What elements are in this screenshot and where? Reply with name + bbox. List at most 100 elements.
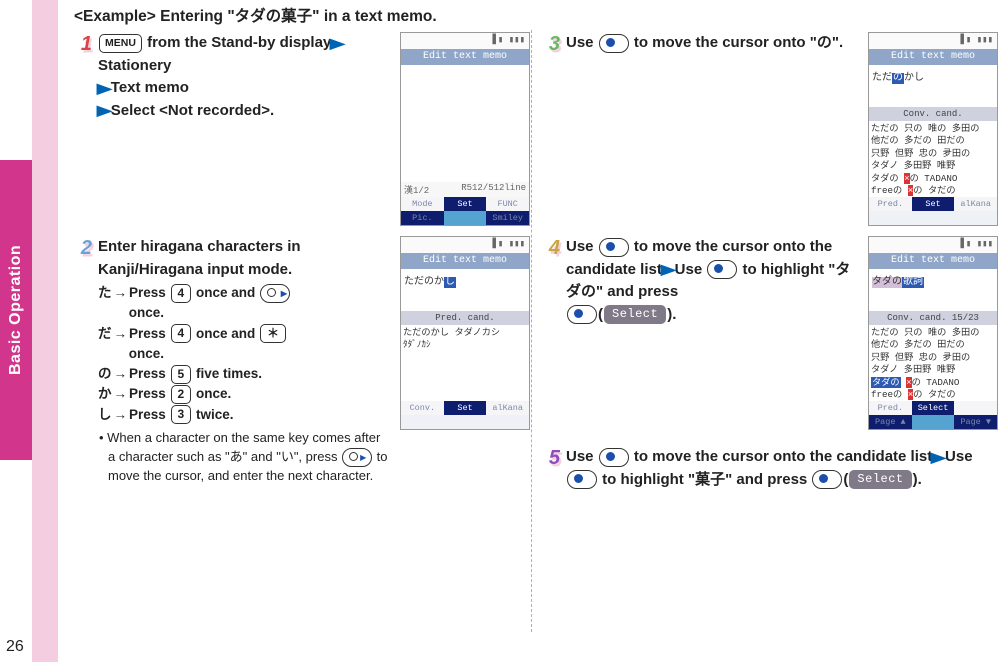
- t: once.: [125, 346, 164, 361]
- step-number: 4: [542, 236, 560, 430]
- section-tab: Basic Operation: [0, 160, 32, 460]
- arrow-icon: ▶: [661, 259, 676, 280]
- key-3: 3: [171, 405, 192, 424]
- char: た: [98, 285, 112, 300]
- cand-list: ただの 只の 唯の 多田の 他だの 多だの 田だの 只野 但野 忠の 夛田の タ…: [869, 325, 997, 401]
- step-text: Text memo: [111, 79, 189, 96]
- phone-mock-3: ▋▮ ▮▮▮ Edit text memo ただのかし Conv. cand. …: [868, 32, 998, 226]
- char-count: R512/512line: [461, 183, 526, 197]
- key-4: 4: [171, 284, 192, 303]
- t: ただ: [872, 73, 892, 84]
- softkey: Pic.: [401, 211, 444, 225]
- dpad-center-icon: [812, 470, 842, 489]
- t: 歌詞: [902, 277, 924, 288]
- softkey: Conv.: [401, 401, 444, 415]
- t: once.: [125, 305, 164, 320]
- char: し: [98, 407, 112, 422]
- softkey: Set: [444, 197, 487, 211]
- t: タダの: [872, 277, 902, 288]
- t: Use: [566, 34, 598, 51]
- select-pill: Select: [604, 305, 666, 324]
- phone-status-icons: ▋▮ ▮▮▮: [869, 237, 997, 253]
- step-text: Stationery: [98, 57, 171, 74]
- softkey: Page ▲: [869, 415, 912, 429]
- cand-header: Conv. cand. 15/23: [869, 311, 997, 325]
- softkey: [444, 211, 487, 225]
- step-text: Enter hiragana characters in Kanji/Hirag…: [98, 236, 390, 281]
- t: once.: [192, 386, 231, 401]
- cand-selected: タダの: [871, 377, 901, 388]
- step-1: 1 MENU from the Stand-by display▶Station…: [74, 32, 530, 226]
- phone-status-icons: ▋▮ ▮▮▮: [869, 33, 997, 49]
- softkey: Mode: [401, 197, 444, 211]
- page-main: <Example> Entering "タダの菓子" in a text mem…: [58, 0, 1004, 662]
- step-text: Select <Not recorded>.: [111, 102, 274, 119]
- arrow-icon: ▶: [330, 33, 345, 54]
- page-number: 26: [6, 638, 24, 656]
- dpad-icon: [599, 448, 629, 467]
- softkey: Set: [444, 401, 487, 415]
- t: Press: [129, 366, 170, 381]
- dpad-right-icon: [260, 284, 290, 303]
- softkey: [954, 401, 997, 415]
- t: ".: [832, 34, 843, 51]
- char: の: [817, 34, 832, 51]
- arrow-icon: ▶: [97, 100, 112, 121]
- text-cursor: し: [444, 277, 456, 288]
- char: か: [98, 386, 112, 401]
- cand-header: Pred. cand.: [401, 311, 529, 325]
- step-number: 2: [74, 236, 92, 486]
- phone-body: ただのかし: [401, 269, 529, 312]
- step-5: 5 Use to move the cursor onto the candid…: [542, 446, 998, 491]
- cand-text: の タだの: [913, 389, 955, 400]
- t: " and press: [725, 471, 811, 488]
- t: かし: [904, 73, 924, 84]
- char: だ: [98, 326, 112, 341]
- menu-key: MENU: [99, 34, 142, 53]
- key-star: ＊: [260, 324, 286, 343]
- phone-status-icons: ▋▮ ▮▮▮: [401, 237, 529, 253]
- softkey: Pred.: [869, 401, 912, 415]
- t: (: [843, 471, 848, 488]
- t: ).: [667, 306, 676, 323]
- text: ただのか: [404, 277, 444, 288]
- char: の: [98, 366, 112, 381]
- softkey: Pred.: [869, 197, 912, 211]
- t: five times.: [192, 366, 262, 381]
- phone-body: タダの歌詞: [869, 269, 997, 312]
- cand-text: の タだの: [913, 185, 955, 196]
- t: Press: [129, 285, 170, 300]
- t: once and: [192, 285, 259, 300]
- t: to highlight ": [598, 471, 695, 488]
- phone-softkeys: Pred.SetalKana: [869, 197, 997, 225]
- step-number: 3: [542, 32, 560, 226]
- phone-mock-2: ▋▮ ▮▮▮ Edit text memo ただのかし Pred. cand. …: [400, 236, 530, 430]
- phone-status-icons: ▋▮ ▮▮▮: [401, 33, 529, 49]
- phone-softkeys: Pred.Select Page ▲ Page ▼: [869, 401, 997, 429]
- softkey: Select: [912, 401, 955, 415]
- pink-strip: [32, 0, 58, 662]
- t: Press: [129, 326, 170, 341]
- softkey: Smiley: [486, 211, 529, 225]
- softkey: alKana: [954, 197, 997, 211]
- step-text: from the Stand-by display: [143, 34, 331, 51]
- t: (: [598, 306, 603, 323]
- phone-mock-4: ▋▮ ▮▮▮ Edit text memo タダの歌詞 Conv. cand. …: [868, 236, 998, 430]
- step-number: 5: [542, 446, 560, 491]
- column-divider: [531, 30, 532, 632]
- cand-list: ただの 只の 唯の 多田の 他だの 多だの 田だの 只野 但野 忠の 夛田の タ…: [869, 121, 997, 197]
- softkey: Set: [912, 197, 955, 211]
- softkey: FUNC: [486, 197, 529, 211]
- softkey: Page ▼: [954, 415, 997, 429]
- phone-body: ただのかし: [869, 65, 997, 108]
- key-4: 4: [171, 324, 192, 343]
- step-4: 4 Use to move the cursor onto the candid…: [542, 236, 998, 430]
- dpad-icon: [599, 34, 629, 53]
- t: Use: [945, 448, 973, 465]
- softkey: alKana: [486, 401, 529, 415]
- dpad-center-icon: [567, 305, 597, 324]
- t: to move the cursor onto ": [630, 34, 817, 51]
- phone-title: Edit text memo: [401, 253, 529, 269]
- cand-header: Conv. cand.: [869, 107, 997, 121]
- char: 菓子: [695, 471, 725, 488]
